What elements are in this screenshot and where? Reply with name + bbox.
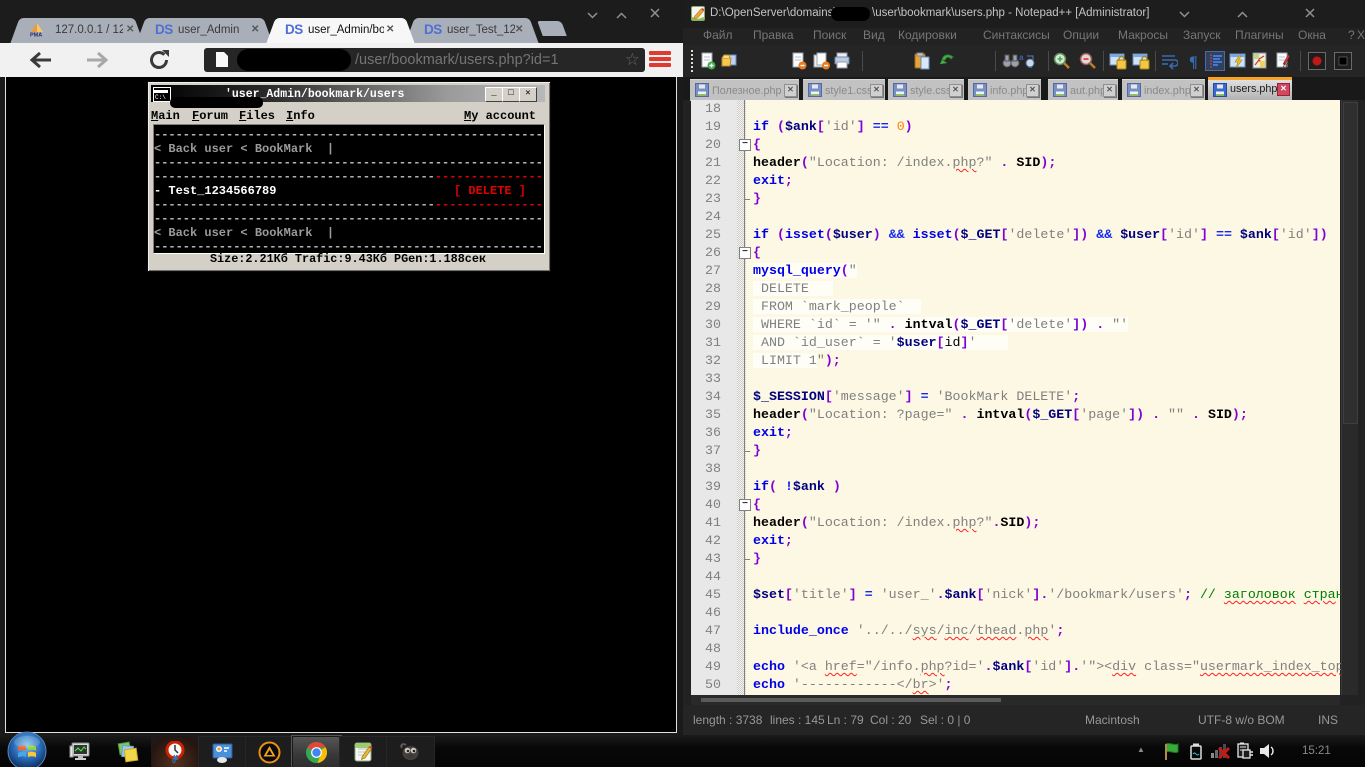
svg-text:0°: 0° xyxy=(172,757,179,764)
svg-text:{C: {C xyxy=(1283,63,1290,70)
svg-text:C:\: C:\ xyxy=(155,94,166,101)
svg-text:PMA: PMA xyxy=(30,33,42,39)
svg-text:¶: ¶ xyxy=(1189,54,1198,70)
svg-text:a: a xyxy=(1019,53,1024,62)
